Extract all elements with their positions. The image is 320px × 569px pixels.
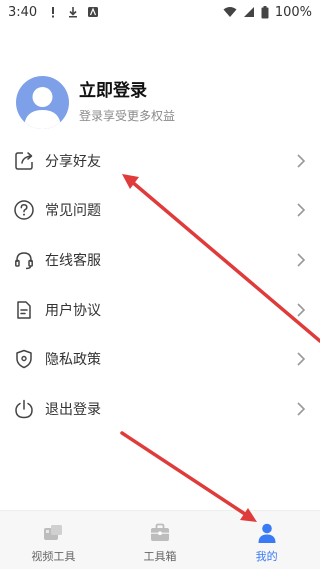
menu-label: 退出登录: [45, 401, 101, 418]
status-bar: 3:40 100%: [0, 0, 320, 24]
headset-icon: [15, 252, 33, 270]
tab-label: 工具箱: [143, 550, 177, 563]
menu-item-customer-service[interactable]: 在线客服: [0, 235, 320, 285]
tab-video-tools[interactable]: 视频工具: [0, 511, 107, 569]
menu-label: 分享好友: [45, 153, 101, 170]
chevron-right-icon: [297, 253, 306, 267]
tab-label: 我的: [255, 550, 278, 563]
status-right: 100%: [223, 0, 312, 24]
user-icon: [258, 523, 276, 543]
avatar[interactable]: [16, 75, 69, 129]
chevron-right-icon: [297, 303, 306, 317]
wifi-icon: [223, 6, 237, 18]
profile-text: 立即登录 登录享受更多权益: [79, 80, 175, 124]
chevron-right-icon: [297, 352, 306, 366]
chevron-right-icon: [297, 203, 306, 217]
login-subtitle: 登录享受更多权益: [79, 109, 176, 123]
alert-icon: [47, 6, 59, 18]
app-notification-icon: [87, 6, 99, 18]
status-left-icons: [47, 6, 99, 18]
share-icon: [15, 152, 33, 170]
annotation-arrow: [120, 431, 257, 522]
menu-item-privacy-policy[interactable]: 隐私政策: [0, 334, 320, 384]
toolbox-icon: [151, 523, 169, 541]
menu-label: 常见问题: [45, 203, 101, 220]
chevron-right-icon: [297, 402, 306, 416]
tab-label: 视频工具: [31, 550, 76, 563]
menu-item-logout[interactable]: 退出登录: [0, 384, 320, 434]
battery-icon: [261, 5, 269, 19]
power-icon: [15, 399, 33, 419]
menu-item-user-agreement[interactable]: 用户协议: [0, 285, 320, 335]
menu-label: 在线客服: [45, 252, 101, 269]
battery-level: 100%: [274, 4, 312, 20]
avatar-person-icon: [24, 86, 61, 129]
settings-menu: 分享好友 常见问题 在线客服 用户协议 隐私政策 退出登录: [0, 136, 320, 434]
signal-icon: [243, 6, 255, 18]
download-icon: [67, 6, 79, 18]
menu-label: 用户协议: [45, 302, 101, 319]
profile-header[interactable]: 立即登录 登录享受更多权益: [16, 74, 304, 130]
bottom-tab-bar: 视频工具 工具箱 我的: [0, 510, 320, 569]
tab-mine[interactable]: 我的: [213, 511, 320, 569]
tab-toolbox[interactable]: 工具箱: [107, 511, 214, 569]
menu-item-share[interactable]: 分享好友: [0, 136, 320, 186]
menu-item-faq[interactable]: 常见问题: [0, 186, 320, 236]
status-time: 3:40: [8, 4, 38, 20]
menu-label: 隐私政策: [45, 352, 101, 369]
shield-icon: [16, 349, 32, 369]
video-tool-icon: [44, 525, 63, 540]
chevron-right-icon: [297, 154, 306, 168]
login-title[interactable]: 立即登录: [79, 80, 175, 102]
question-icon: [14, 200, 34, 221]
document-icon: [17, 300, 31, 319]
